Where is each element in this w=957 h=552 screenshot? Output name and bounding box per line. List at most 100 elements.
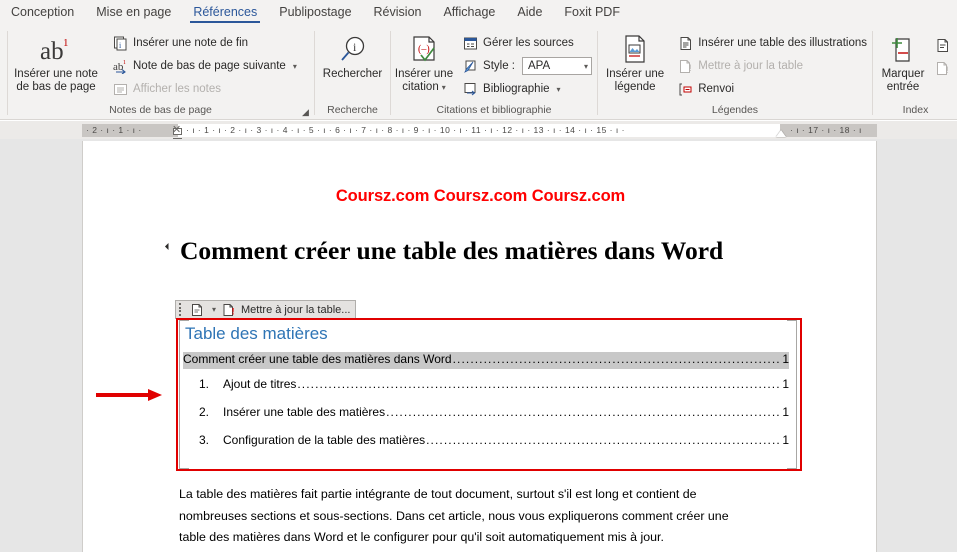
insert-table-of-figures-button[interactable]: Insérer une table des illustrations — [673, 32, 871, 54]
group-label-research: Recherche — [327, 104, 378, 116]
toc-entry-1[interactable]: 1. Ajout de titres .....................… — [183, 377, 789, 394]
show-notes-icon — [112, 81, 129, 98]
drag-handle-icon[interactable] — [179, 303, 184, 316]
ribbon-tab-bar: Conception Mise en page Références Publi… — [0, 0, 957, 25]
toc-leader-dots: ........................................… — [426, 433, 781, 447]
update-table-command-label[interactable]: Mettre à jour la table... — [241, 304, 350, 316]
researcher-button[interactable]: i Rechercher — [316, 29, 389, 81]
toc-dropdown-icon[interactable] — [188, 301, 205, 318]
researcher-label: Rechercher — [322, 68, 383, 80]
insert-endnote-button[interactable]: i Insérer une note de fin — [108, 32, 301, 54]
manage-sources-button[interactable]: Gérer les sources — [458, 32, 596, 54]
document-heading-1: Comment créer une table des matières dan… — [180, 236, 724, 265]
insert-footnote-label-2: de bas de page — [16, 81, 96, 93]
insert-footnote-button[interactable]: ab 1 Insérer une note de bas de page — [8, 29, 104, 94]
insert-footnote-label-1: Insérer une note — [14, 68, 98, 80]
footnote-icon: ab 1 — [36, 33, 76, 67]
insert-caption-label-1: Insérer une — [606, 68, 665, 80]
tab-publipostage[interactable]: Publipostage — [268, 0, 362, 25]
insert-caption-button[interactable]: Insérer une légende — [599, 29, 671, 94]
toc-leader-dots: ........................................… — [386, 405, 782, 419]
insert-citation-icon: (–) — [409, 33, 439, 67]
chevron-down-icon[interactable]: ▾ — [557, 85, 561, 94]
show-notes-button: Afficher les notes — [108, 78, 301, 100]
insert-endnote-label: Insérer une note de fin — [133, 37, 249, 49]
insert-endnote-icon: i — [112, 35, 129, 52]
collapse-heading-icon[interactable] — [164, 242, 173, 251]
svg-text:(–): (–) — [418, 44, 430, 55]
style-brush-icon — [462, 58, 479, 75]
bibliography-label: Bibliographie — [483, 83, 550, 95]
next-footnote-label: Note de bas de page suivante — [133, 60, 286, 72]
citation-style-row: Style : APA ▾ — [458, 55, 596, 77]
group-divider — [390, 31, 391, 115]
chevron-down-icon[interactable]: ▾ — [293, 62, 297, 71]
svg-text:!: ! — [689, 63, 692, 73]
toc-content-control[interactable]: Table des matières Comment créer une tab… — [179, 320, 797, 469]
show-notes-label: Afficher les notes — [133, 83, 222, 95]
ruler-left-numbers: · 2 · ı · 1 · ı · — [86, 125, 142, 135]
group-citations: (–) Insérer une citation ▾ Gérer les sou… — [392, 25, 596, 120]
next-footnote-icon: ab 1 — [112, 58, 129, 75]
toc-entry-page: 1 — [782, 377, 789, 391]
insert-citation-label-1: Insérer une — [394, 68, 454, 80]
toc-entry-page: 1 — [782, 352, 789, 366]
bibliography-icon — [462, 81, 479, 98]
citation-style-select[interactable]: APA ▾ — [522, 57, 592, 75]
document-header-text: Coursz.com Coursz.com Coursz.com — [335, 187, 626, 205]
ruler-tail-numbers: · ı · 17 · ı · 18 · ı — [790, 125, 862, 135]
group-label-captions: Légendes — [711, 104, 759, 116]
next-footnote-button[interactable]: ab 1 Note de bas de page suivante ▾ — [108, 55, 301, 77]
bibliography-button[interactable]: Bibliographie ▾ — [458, 78, 596, 100]
toc-entry-text: Configuration de la table des matières — [223, 433, 426, 447]
group-label-footnotes: Notes de bas de page ◢ — [8, 103, 313, 120]
update-table-icon: ! — [677, 58, 694, 75]
ruler-right-numbers: · ı · 1 · ı · 2 · ı · 3 · ı · 4 · ı · 5 … — [186, 125, 625, 135]
svg-text:!: ! — [231, 306, 234, 316]
chevron-down-icon[interactable]: ▾ — [212, 305, 216, 314]
mark-entry-label-1: Marquer — [881, 68, 925, 80]
insert-index-button[interactable] — [932, 34, 953, 56]
ribbon-body: ab 1 Insérer une note de bas de page i I… — [0, 25, 957, 120]
annotation-arrow — [96, 388, 166, 407]
insert-index-icon — [934, 37, 951, 54]
group-divider — [314, 31, 315, 115]
footnotes-dialog-launcher[interactable]: ◢ — [300, 107, 311, 118]
cross-reference-label: Renvoi — [698, 83, 735, 95]
right-indent-marker[interactable] — [776, 130, 786, 137]
tab-foxit-pdf[interactable]: Foxit PDF — [553, 0, 631, 25]
toc-content-control-toolbar[interactable]: ▾ ! Mettre à jour la table... — [175, 300, 357, 319]
toc-entry-0[interactable]: Comment créer une table des matières dan… — [183, 352, 789, 369]
tab-mise-en-page[interactable]: Mise en page — [85, 0, 182, 25]
group-captions: Insérer une légende Insérer une table de… — [599, 25, 871, 120]
toc-entry-3[interactable]: 3. Configuration de la table des matière… — [183, 433, 789, 450]
update-toc-icon[interactable]: ! — [220, 301, 237, 318]
chevron-down-icon[interactable]: ▾ — [584, 62, 588, 71]
toc-leader-dots: ........................................… — [297, 377, 781, 391]
toc-entry-page: 1 — [782, 405, 789, 419]
insert-caption-label-2: légende — [614, 81, 656, 93]
tab-references[interactable]: Références — [182, 0, 268, 25]
chevron-down-icon[interactable]: ▾ — [442, 83, 446, 92]
tab-stop-marker[interactable]: ✕ — [172, 125, 183, 137]
group-label-index: Index — [902, 104, 929, 116]
tab-aide[interactable]: Aide — [506, 0, 553, 25]
tab-conception[interactable]: Conception — [0, 0, 85, 25]
update-table-button: ! Mettre à jour la table — [673, 55, 871, 77]
svg-text:1: 1 — [63, 37, 69, 49]
toc-entry-2[interactable]: 2. Insérer une table des matières ......… — [183, 405, 789, 422]
mark-entry-label-2: entrée — [886, 81, 920, 93]
svg-text:!: ! — [946, 65, 949, 75]
toc-entry-text: Comment créer une table des matières dan… — [183, 352, 452, 366]
manage-sources-label: Gérer les sources — [483, 37, 574, 49]
group-label-citations: Citations et bibliographie — [436, 104, 552, 116]
document-page[interactable]: Coursz.com Coursz.com Coursz.com Comment… — [82, 141, 877, 552]
update-index-icon: ! — [934, 60, 951, 77]
toc-title: Table des matières — [185, 324, 328, 343]
tab-revision[interactable]: Révision — [363, 0, 433, 25]
group-divider — [872, 31, 873, 115]
tab-affichage[interactable]: Affichage — [432, 0, 506, 25]
mark-entry-button[interactable]: Marquer entrée — [874, 29, 932, 94]
cross-reference-button[interactable]: Renvoi — [673, 78, 871, 100]
insert-citation-button[interactable]: (–) Insérer une citation ▾ — [392, 29, 456, 94]
